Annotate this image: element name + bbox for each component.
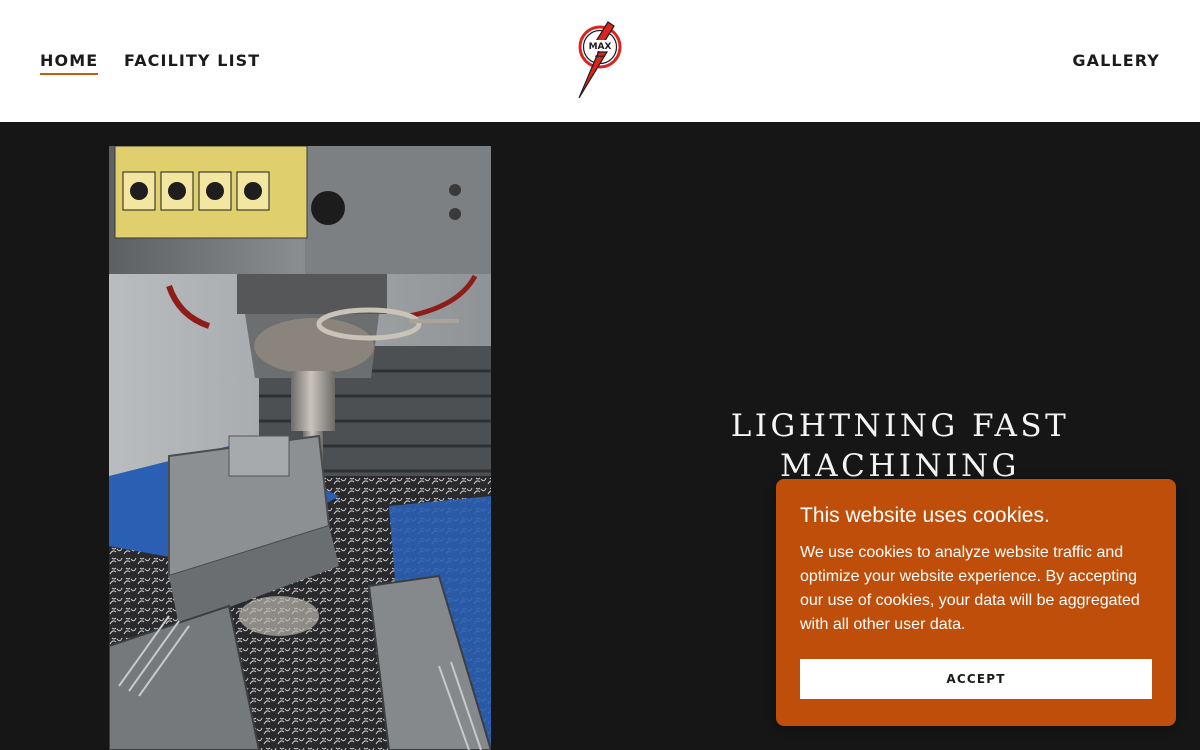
nav-facility-list-link[interactable]: FACILITY LIST (124, 51, 260, 70)
nav-gallery-link[interactable]: GALLERY (1072, 51, 1160, 70)
hero-title: LIGHTNING FAST MACHINING (730, 408, 1070, 484)
cookie-banner: This website uses cookies. We use cookie… (776, 479, 1176, 726)
hero-image (109, 146, 491, 750)
cookie-banner-text: We use cookies to analyze website traffi… (800, 544, 1140, 633)
cookie-accept-button[interactable]: ACCEPT (800, 659, 1152, 699)
logo-text: MAX (589, 42, 612, 52)
nav-home-link[interactable]: HOME (40, 51, 99, 75)
site-header: HOME FACILITY LIST MAX ▪▪▪▪▪ GALLERY (0, 0, 1200, 122)
machining-photo-icon (109, 146, 491, 750)
cookie-banner-title: This website uses cookies. (800, 504, 1050, 527)
svg-text:▪▪▪▪▪: ▪▪▪▪▪ (595, 54, 605, 58)
lightning-bolt-logo-icon: MAX ▪▪▪▪▪ (578, 21, 622, 99)
site-logo[interactable]: MAX ▪▪▪▪▪ (574, 18, 626, 100)
